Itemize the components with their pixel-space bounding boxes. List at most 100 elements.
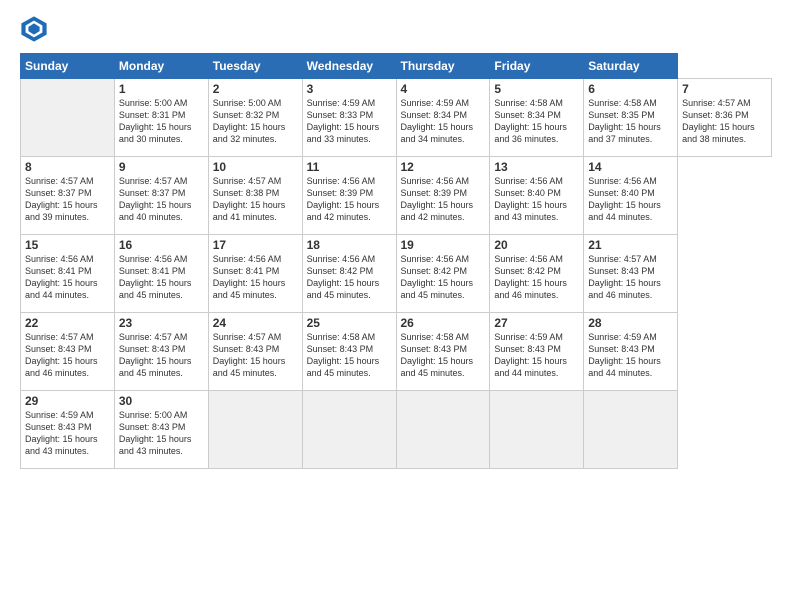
week-row-1: 8 Sunrise: 4:57 AMSunset: 8:37 PMDayligh… — [21, 157, 772, 235]
day-info: Sunrise: 4:58 AMSunset: 8:43 PMDaylight:… — [307, 332, 380, 378]
day-cell: 29 Sunrise: 4:59 AMSunset: 8:43 PMDaylig… — [21, 391, 115, 469]
day-cell: 7 Sunrise: 4:57 AMSunset: 8:36 PMDayligh… — [678, 79, 772, 157]
day-cell: 6 Sunrise: 4:58 AMSunset: 8:35 PMDayligh… — [584, 79, 678, 157]
day-number: 16 — [119, 238, 204, 252]
week-row-3: 22 Sunrise: 4:57 AMSunset: 8:43 PMDaylig… — [21, 313, 772, 391]
day-info: Sunrise: 4:58 AMSunset: 8:34 PMDaylight:… — [494, 98, 567, 144]
day-info: Sunrise: 4:57 AMSunset: 8:43 PMDaylight:… — [588, 254, 661, 300]
day-info: Sunrise: 4:57 AMSunset: 8:43 PMDaylight:… — [119, 332, 192, 378]
day-cell: 15 Sunrise: 4:56 AMSunset: 8:41 PMDaylig… — [21, 235, 115, 313]
day-number: 11 — [307, 160, 392, 174]
header-monday: Monday — [114, 54, 208, 79]
day-info: Sunrise: 4:58 AMSunset: 8:35 PMDaylight:… — [588, 98, 661, 144]
day-cell — [396, 391, 490, 469]
day-info: Sunrise: 5:00 AMSunset: 8:43 PMDaylight:… — [119, 410, 192, 456]
day-cell: 30 Sunrise: 5:00 AMSunset: 8:43 PMDaylig… — [114, 391, 208, 469]
day-cell: 14 Sunrise: 4:56 AMSunset: 8:40 PMDaylig… — [584, 157, 678, 235]
day-cell: 25 Sunrise: 4:58 AMSunset: 8:43 PMDaylig… — [302, 313, 396, 391]
logo-icon — [20, 15, 48, 43]
day-number: 4 — [401, 82, 486, 96]
day-number: 20 — [494, 238, 579, 252]
day-info: Sunrise: 4:57 AMSunset: 8:37 PMDaylight:… — [25, 176, 98, 222]
header-friday: Friday — [490, 54, 584, 79]
header — [20, 15, 772, 43]
day-info: Sunrise: 4:58 AMSunset: 8:43 PMDaylight:… — [401, 332, 474, 378]
day-cell: 10 Sunrise: 4:57 AMSunset: 8:38 PMDaylig… — [208, 157, 302, 235]
day-number: 22 — [25, 316, 110, 330]
logo — [20, 15, 52, 43]
day-number: 13 — [494, 160, 579, 174]
day-number: 21 — [588, 238, 673, 252]
day-info: Sunrise: 4:56 AMSunset: 8:40 PMDaylight:… — [494, 176, 567, 222]
day-info: Sunrise: 4:59 AMSunset: 8:33 PMDaylight:… — [307, 98, 380, 144]
day-cell: 18 Sunrise: 4:56 AMSunset: 8:42 PMDaylig… — [302, 235, 396, 313]
day-cell: 2 Sunrise: 5:00 AMSunset: 8:32 PMDayligh… — [208, 79, 302, 157]
day-cell: 17 Sunrise: 4:56 AMSunset: 8:41 PMDaylig… — [208, 235, 302, 313]
day-cell: 1 Sunrise: 5:00 AMSunset: 8:31 PMDayligh… — [114, 79, 208, 157]
day-number: 6 — [588, 82, 673, 96]
day-number: 19 — [401, 238, 486, 252]
day-info: Sunrise: 4:57 AMSunset: 8:43 PMDaylight:… — [25, 332, 98, 378]
week-row-0: 1 Sunrise: 5:00 AMSunset: 8:31 PMDayligh… — [21, 79, 772, 157]
day-cell: 8 Sunrise: 4:57 AMSunset: 8:37 PMDayligh… — [21, 157, 115, 235]
day-info: Sunrise: 4:59 AMSunset: 8:34 PMDaylight:… — [401, 98, 474, 144]
day-cell: 3 Sunrise: 4:59 AMSunset: 8:33 PMDayligh… — [302, 79, 396, 157]
day-cell — [490, 391, 584, 469]
day-info: Sunrise: 4:59 AMSunset: 8:43 PMDaylight:… — [494, 332, 567, 378]
day-cell: 9 Sunrise: 4:57 AMSunset: 8:37 PMDayligh… — [114, 157, 208, 235]
day-info: Sunrise: 4:57 AMSunset: 8:37 PMDaylight:… — [119, 176, 192, 222]
day-info: Sunrise: 4:56 AMSunset: 8:40 PMDaylight:… — [588, 176, 661, 222]
day-info: Sunrise: 4:57 AMSunset: 8:36 PMDaylight:… — [682, 98, 755, 144]
day-info: Sunrise: 5:00 AMSunset: 8:31 PMDaylight:… — [119, 98, 192, 144]
day-number: 26 — [401, 316, 486, 330]
day-number: 7 — [682, 82, 767, 96]
header-thursday: Thursday — [396, 54, 490, 79]
header-wednesday: Wednesday — [302, 54, 396, 79]
day-number: 14 — [588, 160, 673, 174]
day-info: Sunrise: 4:56 AMSunset: 8:41 PMDaylight:… — [25, 254, 98, 300]
day-info: Sunrise: 4:59 AMSunset: 8:43 PMDaylight:… — [588, 332, 661, 378]
day-cell: 22 Sunrise: 4:57 AMSunset: 8:43 PMDaylig… — [21, 313, 115, 391]
day-info: Sunrise: 5:00 AMSunset: 8:32 PMDaylight:… — [213, 98, 286, 144]
day-cell: 28 Sunrise: 4:59 AMSunset: 8:43 PMDaylig… — [584, 313, 678, 391]
day-info: Sunrise: 4:56 AMSunset: 8:41 PMDaylight:… — [119, 254, 192, 300]
day-cell: 4 Sunrise: 4:59 AMSunset: 8:34 PMDayligh… — [396, 79, 490, 157]
day-cell: 24 Sunrise: 4:57 AMSunset: 8:43 PMDaylig… — [208, 313, 302, 391]
day-number: 18 — [307, 238, 392, 252]
day-number: 8 — [25, 160, 110, 174]
day-number: 3 — [307, 82, 392, 96]
day-number: 24 — [213, 316, 298, 330]
day-info: Sunrise: 4:56 AMSunset: 8:42 PMDaylight:… — [307, 254, 380, 300]
day-info: Sunrise: 4:57 AMSunset: 8:43 PMDaylight:… — [213, 332, 286, 378]
day-info: Sunrise: 4:59 AMSunset: 8:43 PMDaylight:… — [25, 410, 98, 456]
day-cell: 21 Sunrise: 4:57 AMSunset: 8:43 PMDaylig… — [584, 235, 678, 313]
day-info: Sunrise: 4:57 AMSunset: 8:38 PMDaylight:… — [213, 176, 286, 222]
day-cell: 11 Sunrise: 4:56 AMSunset: 8:39 PMDaylig… — [302, 157, 396, 235]
calendar-table: SundayMondayTuesdayWednesdayThursdayFrid… — [20, 53, 772, 469]
day-number: 29 — [25, 394, 110, 408]
day-cell: 20 Sunrise: 4:56 AMSunset: 8:42 PMDaylig… — [490, 235, 584, 313]
day-cell — [584, 391, 678, 469]
day-number: 10 — [213, 160, 298, 174]
page: SundayMondayTuesdayWednesdayThursdayFrid… — [0, 0, 792, 612]
day-cell: 27 Sunrise: 4:59 AMSunset: 8:43 PMDaylig… — [490, 313, 584, 391]
header-sunday: Sunday — [21, 54, 115, 79]
header-saturday: Saturday — [584, 54, 678, 79]
day-number: 12 — [401, 160, 486, 174]
week-row-4: 29 Sunrise: 4:59 AMSunset: 8:43 PMDaylig… — [21, 391, 772, 469]
day-number: 25 — [307, 316, 392, 330]
day-info: Sunrise: 4:56 AMSunset: 8:39 PMDaylight:… — [401, 176, 474, 222]
day-number: 23 — [119, 316, 204, 330]
day-number: 2 — [213, 82, 298, 96]
day-cell: 19 Sunrise: 4:56 AMSunset: 8:42 PMDaylig… — [396, 235, 490, 313]
week-row-2: 15 Sunrise: 4:56 AMSunset: 8:41 PMDaylig… — [21, 235, 772, 313]
day-number: 28 — [588, 316, 673, 330]
day-number: 17 — [213, 238, 298, 252]
day-cell — [21, 79, 115, 157]
day-number: 30 — [119, 394, 204, 408]
day-cell: 13 Sunrise: 4:56 AMSunset: 8:40 PMDaylig… — [490, 157, 584, 235]
day-cell — [302, 391, 396, 469]
day-number: 1 — [119, 82, 204, 96]
day-info: Sunrise: 4:56 AMSunset: 8:42 PMDaylight:… — [401, 254, 474, 300]
day-cell: 5 Sunrise: 4:58 AMSunset: 8:34 PMDayligh… — [490, 79, 584, 157]
